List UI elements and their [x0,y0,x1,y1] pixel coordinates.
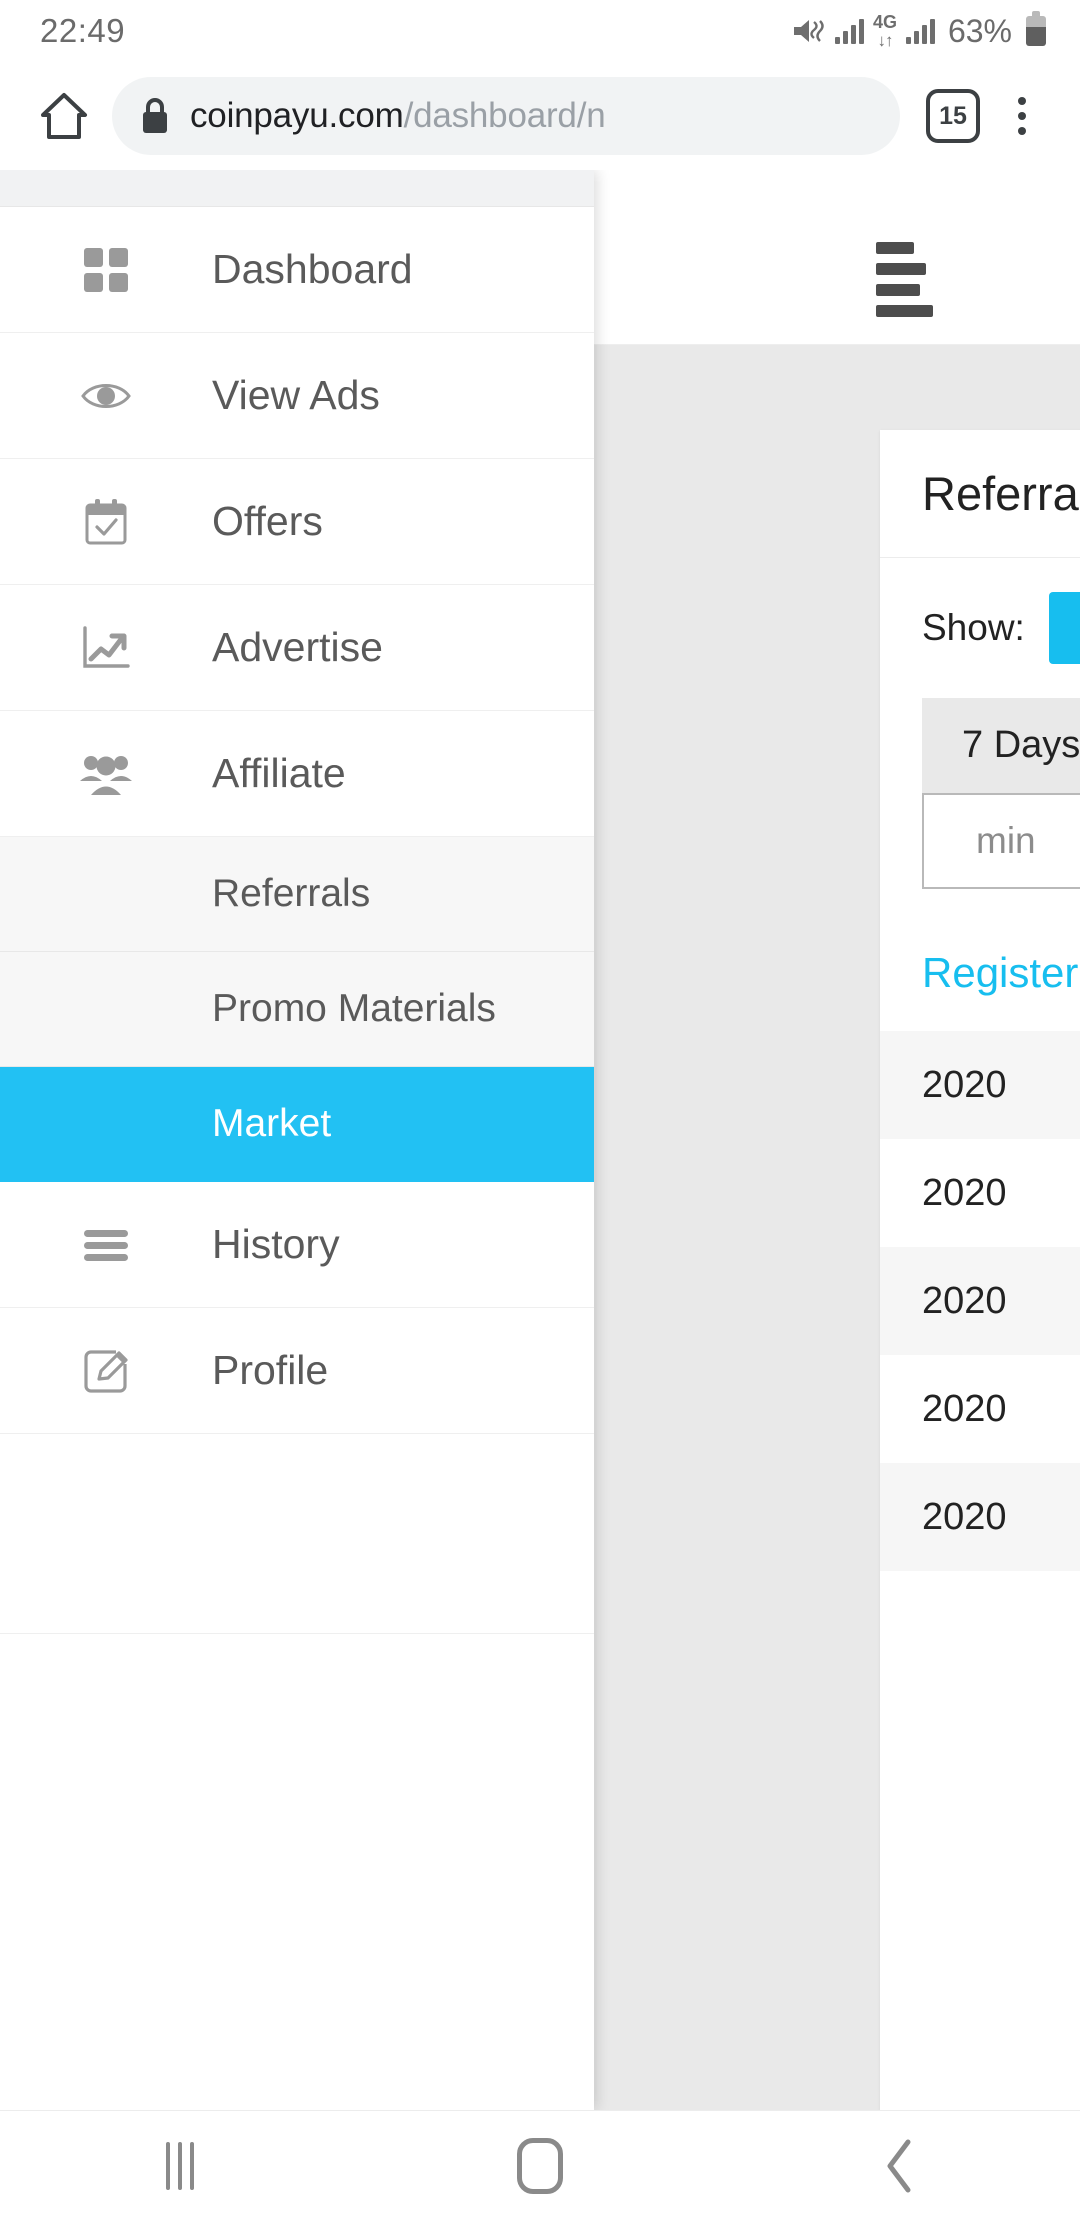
url-bar[interactable]: coinpayu.com/dashboard/n [112,77,900,155]
sidebar-item-label: Profile [212,1347,329,1393]
line-chart-up-icon [0,625,212,670]
browser-toolbar: coinpayu.com/dashboard/n 15 [0,62,1080,170]
sidebar-item-label: View Ads [212,372,380,418]
table-row[interactable]: 2020 [880,1247,1080,1355]
calendar-check-icon [0,498,212,546]
signal-bars-icon [834,18,864,44]
sidebar-item-dashboard[interactable]: Dashboard [0,207,594,333]
sidebar-item-label: Affiliate [212,750,346,796]
sidebar-item-affiliate[interactable]: Affiliate [0,711,594,837]
show-filter-row: Show: [880,558,1080,698]
sidebar-item-offers[interactable]: Offers [0,459,594,585]
sidebar-item-market[interactable]: Market [0,1067,594,1182]
android-navigation-bar [0,2110,1080,2220]
back-icon [884,2138,916,2194]
url-text: coinpayu.com/dashboard/n [190,96,606,135]
sidebar-item-profile[interactable]: Profile [0,1308,594,1434]
battery-percent: 63% [947,12,1012,49]
sidebar-item-promo-materials[interactable]: Promo Materials [0,952,594,1067]
min-filter-input[interactable]: min [922,793,1080,889]
page-title: Referrals [922,467,1080,520]
register-date-link[interactable]: Register Date [880,915,1080,1031]
recents-icon [166,2141,194,2190]
referrals-table: 2020 2020 2020 2020 2020 [880,1031,1080,1571]
sidebar-item-view-ads[interactable]: View Ads [0,333,594,459]
hamburger-lines-icon [0,1229,212,1261]
pencil-square-icon [0,1348,212,1394]
web-page-viewport: Referrals Show: 7 Days Ago min Register … [0,170,1080,2110]
drawer-top-spacer [0,170,594,207]
home-icon [517,2137,563,2194]
status-clock: 22:49 [40,12,126,49]
table-row[interactable]: 2020 [880,1463,1080,1571]
referrals-card: Referrals Show: 7 Days Ago min Register … [880,430,1080,2110]
sidebar-item-label: Offers [212,498,323,544]
sidebar-item-label: History [212,1221,340,1267]
table-row[interactable]: 2020 [880,1139,1080,1247]
sidebar-item-label: Market [212,1102,332,1145]
tab-counter-button[interactable]: 15 [926,89,980,143]
home-button[interactable] [440,2111,640,2220]
card-header: Referrals [880,430,1080,558]
status-bar: 22:49 4G ↓↑ 63% [0,0,1080,62]
grid-squares-icon [0,247,212,292]
battery-icon [1026,11,1046,46]
people-group-icon [0,753,212,795]
sidebar-item-label: Advertise [212,624,383,670]
sidebar-item-label: Referrals [212,872,371,915]
sidebar-item-label: Promo Materials [212,987,496,1030]
sidebar-item-label: Dashboard [212,246,413,292]
recents-button[interactable] [80,2111,280,2220]
lock-icon [140,97,170,135]
filter-column-header: 7 Days Ago [922,698,1080,793]
signal-bars-icon-2 [905,18,935,44]
sidebar-item-advertise[interactable]: Advertise [0,585,594,711]
show-select[interactable] [1048,592,1080,664]
sidebar-item-history[interactable]: History [0,1182,594,1308]
network-4g-icon: 4G ↓↑ [872,12,897,50]
show-label: Show: [922,607,1025,648]
table-row[interactable]: 2020 [880,1355,1080,1463]
mute-vibrate-icon [792,16,826,46]
table-row[interactable]: 2020 [880,1031,1080,1139]
sidebar-drawer: Dashboard View Ads Offers Advertise Affi… [0,170,594,2110]
eye-icon [0,380,212,412]
status-indicators: 4G ↓↑ 63% [792,11,1046,50]
home-icon[interactable] [26,89,102,143]
back-button[interactable] [800,2111,1000,2220]
filter-block: 7 Days Ago min [880,698,1080,915]
sidebar-item-referrals[interactable]: Referrals [0,837,594,952]
overflow-menu-icon[interactable] [990,97,1054,135]
drawer-bottom-spacer [0,1434,594,1634]
hamburger-menu-icon[interactable] [876,242,933,317]
